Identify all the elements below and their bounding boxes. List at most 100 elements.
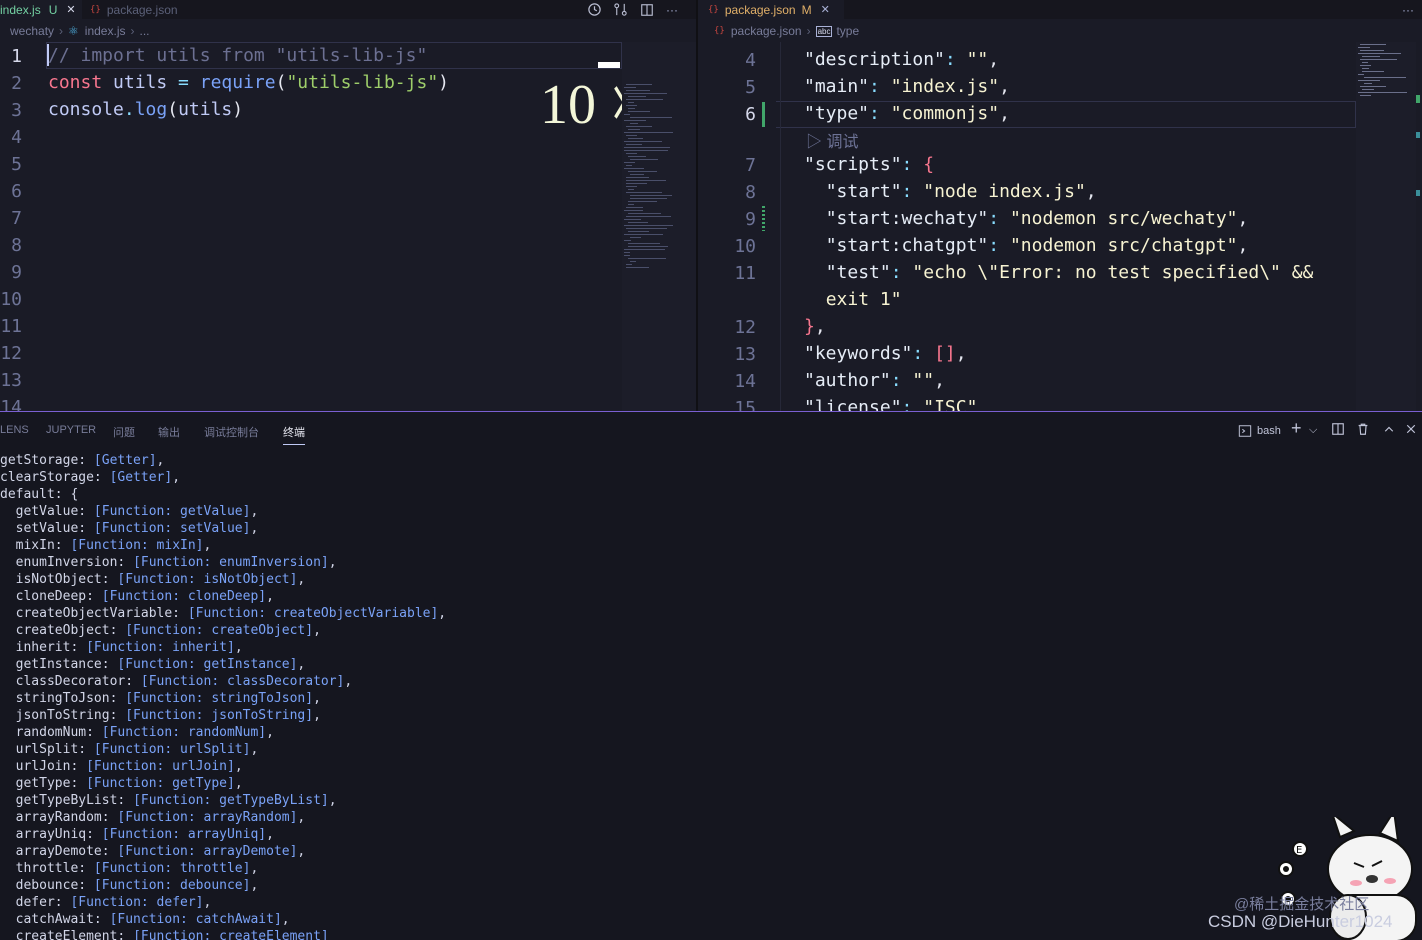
terminal-key: createObject: bbox=[0, 623, 126, 638]
code-line: "author": "", bbox=[804, 367, 945, 394]
breadcrumb-file[interactable]: index.js bbox=[85, 24, 126, 38]
minimap-line bbox=[624, 210, 643, 211]
history-icon[interactable] bbox=[587, 0, 602, 19]
new-terminal-icon[interactable]: + bbox=[1291, 419, 1302, 437]
minimap-line bbox=[626, 105, 637, 106]
tab-jupyter[interactable]: JUPYTER bbox=[46, 424, 96, 436]
terminal-value: [Function: getType] bbox=[86, 776, 235, 791]
code-token: utils bbox=[178, 99, 233, 120]
terminal-output[interactable]: getStorage: [Getter], clearStorage: [Gett… bbox=[0, 452, 446, 940]
code-token: . bbox=[123, 99, 135, 120]
code-token: : bbox=[869, 76, 891, 97]
terminal-punct: , bbox=[297, 810, 306, 825]
terminal-punct: , bbox=[344, 674, 353, 689]
terminal-punct: , bbox=[266, 725, 274, 740]
code-line: "main": "index.js", bbox=[804, 73, 1010, 100]
line-number: 8 bbox=[11, 235, 22, 256]
more-actions-icon[interactable]: ··· bbox=[666, 0, 678, 19]
minimap-line bbox=[626, 165, 632, 166]
terminal-line: catchAwait: [Function: catchAwait], bbox=[0, 911, 446, 928]
terminal-punct: , bbox=[172, 470, 181, 485]
tab-problems[interactable]: 问题 bbox=[113, 424, 135, 440]
tab-package-json[interactable]: {} package.json bbox=[90, 0, 178, 19]
line-number: 12 bbox=[734, 317, 756, 338]
minimap-line bbox=[628, 201, 657, 202]
codelens-debug[interactable]: ▷ 调试 bbox=[806, 128, 858, 152]
code-token: : bbox=[988, 208, 1010, 229]
split-terminal-icon[interactable] bbox=[1331, 422, 1345, 439]
minimap-line bbox=[1360, 59, 1397, 60]
current-line-highlight bbox=[46, 42, 622, 69]
code-line: "license": "ISC" bbox=[804, 394, 977, 411]
code-token: } bbox=[804, 316, 815, 337]
line-number: 4 bbox=[11, 127, 22, 148]
tab-debug-console[interactable]: 调试控制台 bbox=[204, 424, 259, 440]
terminal-line: createObjectVariable: [Function: createO… bbox=[0, 605, 446, 622]
terminal-line: mixIn: [Function: mixIn], bbox=[0, 537, 446, 554]
tab-status-modified: M bbox=[801, 2, 812, 17]
minimap-line bbox=[1362, 56, 1380, 57]
chevron-down-icon[interactable]: ⌵ bbox=[1309, 422, 1317, 438]
minimap-line bbox=[1362, 62, 1368, 63]
terminal-key: debounce: bbox=[0, 878, 94, 893]
terminal-punct: , bbox=[250, 878, 259, 893]
line-number: 9 bbox=[11, 262, 22, 283]
terminal-punct: , bbox=[313, 691, 321, 706]
terminal-line: throttle: [Function: throttle], bbox=[0, 860, 446, 877]
close-icon[interactable]: ✕ bbox=[821, 3, 830, 16]
git-added-indicator bbox=[762, 102, 765, 127]
scrollbar-change-marker bbox=[1416, 132, 1420, 138]
line-number: 2 bbox=[11, 73, 22, 94]
close-icon[interactable]: ✕ bbox=[66, 3, 75, 16]
tab-output[interactable]: 输出 bbox=[158, 424, 180, 440]
breadcrumb-symbol[interactable]: type bbox=[836, 24, 859, 38]
minimap-line bbox=[630, 174, 644, 175]
minimap-line bbox=[628, 102, 634, 103]
tab-index-js[interactable]: index.js U ✕ bbox=[0, 0, 82, 19]
maximize-panel-icon[interactable] bbox=[1383, 422, 1395, 438]
minimap[interactable] bbox=[622, 42, 696, 411]
more-actions-icon[interactable]: ··· bbox=[1402, 0, 1414, 19]
tab-terminal[interactable]: 终端 bbox=[283, 424, 305, 445]
terminal-value: [Function: setValue] bbox=[93, 521, 251, 536]
terminal-key: cloneDeep: bbox=[0, 589, 102, 604]
breadcrumb-file[interactable]: package.json bbox=[731, 24, 802, 38]
minimap-line bbox=[626, 207, 643, 208]
terminal-key: stringToJson: bbox=[0, 691, 126, 706]
terminal-value: [Function: getInstance] bbox=[117, 657, 298, 672]
code-token: : bbox=[890, 262, 913, 283]
json-file-icon: {} bbox=[714, 26, 725, 36]
breadcrumb-folder[interactable]: wechaty bbox=[10, 24, 54, 38]
terminal-shell-name: bash bbox=[1257, 425, 1281, 437]
terminal-key: getType: bbox=[0, 776, 87, 791]
terminal-selector[interactable]: bash bbox=[1238, 422, 1281, 440]
minimap-line bbox=[626, 90, 650, 91]
terminal-value: [Function: inherit] bbox=[86, 640, 235, 655]
line-number: 8 bbox=[745, 182, 756, 203]
minimap-line bbox=[624, 150, 668, 151]
tab-lens[interactable]: LENS bbox=[0, 424, 29, 436]
compare-icon[interactable] bbox=[613, 0, 628, 19]
minimap-line bbox=[626, 228, 667, 229]
terminal-punct: , bbox=[266, 827, 274, 842]
minimap-line bbox=[624, 234, 663, 235]
terminal-key: urlJoin: bbox=[0, 759, 87, 774]
tab-package-json[interactable]: {} package.json M ✕ bbox=[698, 0, 844, 19]
minimap-line bbox=[624, 249, 665, 250]
code-line: "test": "echo \"Error: no test specified… bbox=[804, 259, 1314, 286]
terminal-value: [Getter] bbox=[109, 470, 173, 485]
code-token: [] bbox=[934, 343, 956, 364]
split-editor-icon[interactable] bbox=[640, 0, 654, 19]
code-token: ) bbox=[438, 72, 449, 93]
close-panel-icon[interactable] bbox=[1405, 422, 1417, 438]
minimap[interactable] bbox=[1356, 42, 1416, 411]
minimap-line bbox=[628, 243, 660, 244]
terminal-line: getTypeByList: [Function: getTypeByList]… bbox=[0, 792, 446, 809]
minimap-line bbox=[624, 162, 635, 163]
terminal-key: getInstance: bbox=[0, 657, 118, 672]
trash-icon[interactable] bbox=[1356, 422, 1370, 439]
breadcrumb-symbol[interactable]: ... bbox=[139, 24, 149, 38]
minimap-line bbox=[1358, 80, 1380, 81]
minimap-line bbox=[628, 204, 634, 205]
